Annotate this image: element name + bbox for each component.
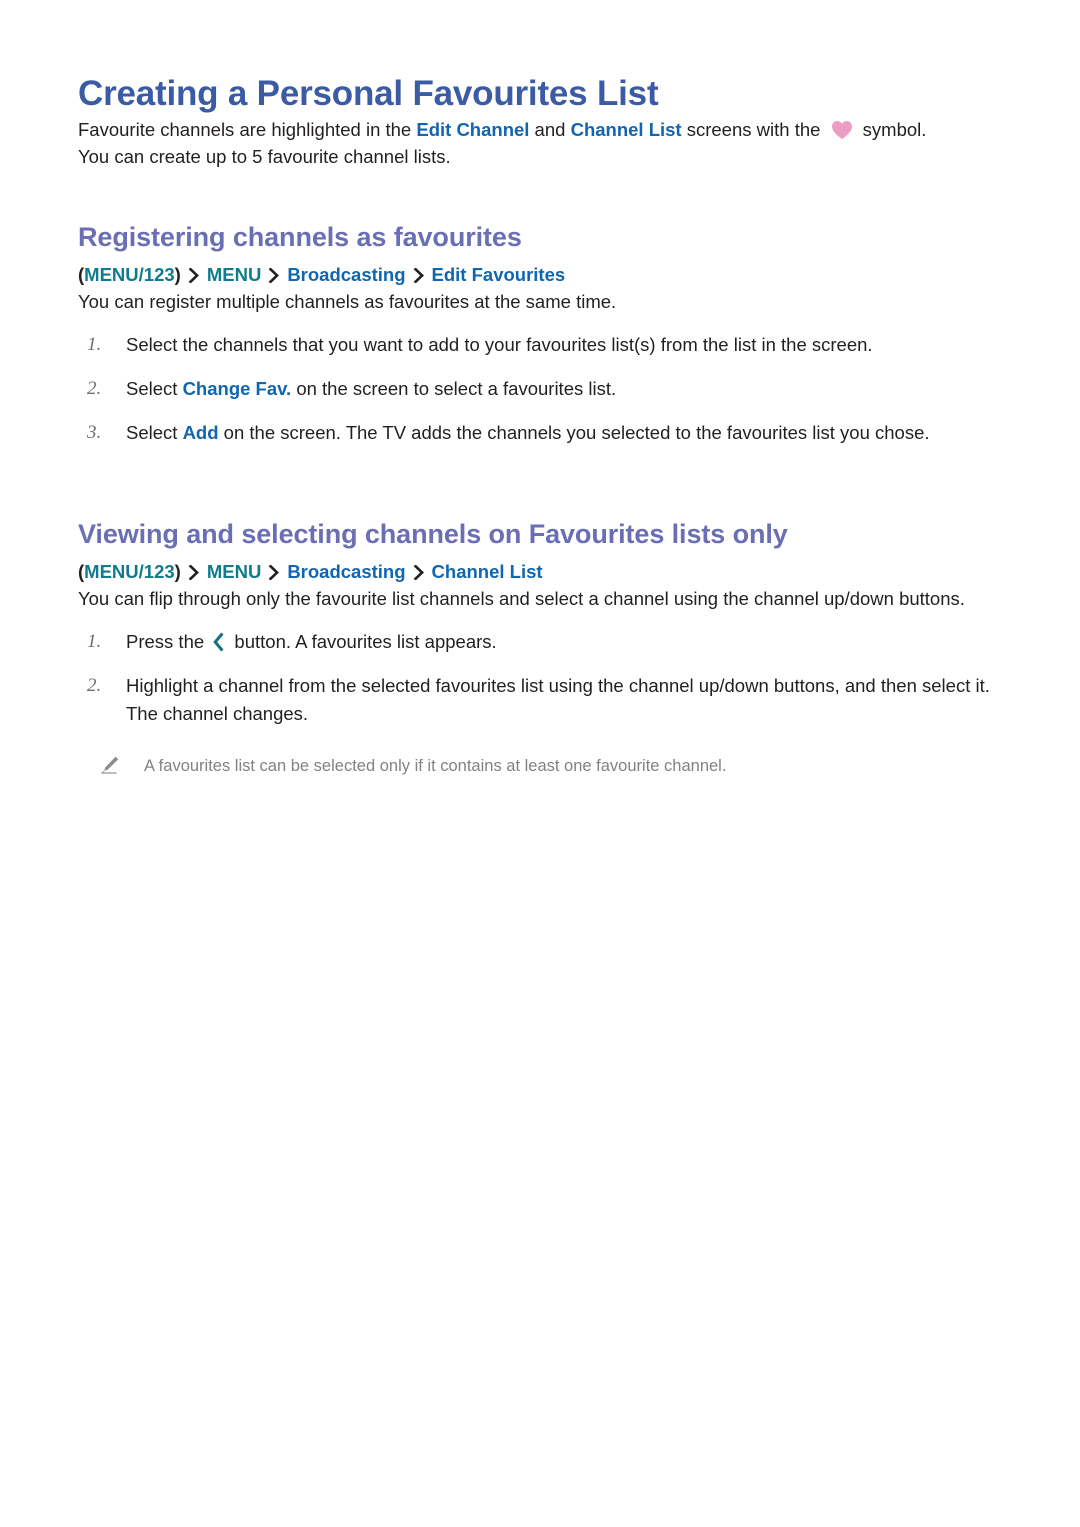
section-lead-viewing: You can flip through only the favourite …	[78, 588, 965, 609]
list-item: 2. Select Change Fav. on the screen to se…	[78, 375, 1002, 403]
intro-line2: You can create up to 5 favourite channel…	[78, 146, 451, 167]
step-text: Highlight a channel from the selected fa…	[126, 675, 990, 724]
breadcrumb-item-menu[interactable]: MENU	[207, 264, 261, 285]
step-text-b: button. A favourites list appears.	[229, 631, 497, 652]
breadcrumb-item-broadcasting[interactable]: Broadcasting	[287, 264, 405, 285]
note-text: A favourites list can be selected only i…	[144, 757, 727, 775]
breadcrumb-viewing: (MENU/123) MENU Broadcasting Channel List	[78, 559, 1002, 585]
section-lead-registering: You can register multiple channels as fa…	[78, 291, 617, 312]
section-heading-registering: Registering channels as favourites	[78, 222, 522, 252]
breadcrumb-item-menu123[interactable]: MENU/123	[84, 561, 174, 582]
chevron-right-icon	[266, 268, 282, 283]
step-number: 2.	[87, 675, 102, 696]
step-number: 1.	[87, 631, 102, 652]
chevron-right-icon	[186, 268, 202, 283]
intro-paragraph: Favourite channels are highlighted in th…	[78, 116, 1002, 170]
intro-text-part4: symbol.	[857, 119, 927, 140]
breadcrumb-item-edit-favourites[interactable]: Edit Favourites	[432, 264, 566, 285]
steps-list-viewing: 1. Press the button. A favourites list ap…	[78, 628, 1002, 728]
step-text-b: on the screen to select a favourites lis…	[291, 378, 617, 399]
list-item: 1. Press the button. A favourites list ap…	[78, 628, 1002, 656]
list-item: 3. Select Add on the screen. The TV adds …	[78, 419, 1002, 447]
note-row: A favourites list can be selected only i…	[78, 754, 1002, 778]
chevron-left-icon	[211, 632, 225, 652]
section-viewing-channels: Viewing and selecting channels on Favour…	[78, 517, 1002, 778]
intro-text-part2: and	[529, 119, 571, 140]
breadcrumb-item-menu[interactable]: MENU	[207, 561, 261, 582]
keyword-add[interactable]: Add	[183, 422, 219, 443]
keyword-channel-list[interactable]: Channel List	[571, 119, 682, 140]
keyword-change-fav[interactable]: Change Fav.	[183, 378, 292, 399]
chevron-right-icon	[266, 565, 282, 580]
heart-icon	[831, 120, 853, 140]
pencil-icon	[100, 755, 120, 775]
step-text-a: Press the	[126, 631, 210, 652]
section-heading-viewing: Viewing and selecting channels on Favour…	[78, 519, 788, 549]
breadcrumb-item-channel-list[interactable]: Channel List	[432, 561, 543, 582]
step-text-a: Select	[126, 378, 183, 399]
breadcrumb-registering: (MENU/123) MENU Broadcasting Edit Favourite…	[78, 262, 1002, 288]
breadcrumb-item-menu123[interactable]: MENU/123	[84, 264, 174, 285]
keyword-edit-channel[interactable]: Edit Channel	[416, 119, 529, 140]
step-text-b: on the screen. The TV adds the channels …	[218, 422, 930, 443]
intro-text-part1: Favourite channels are highlighted in th…	[78, 119, 417, 140]
section-registering-channels: Registering channels as favourites (MENU…	[78, 220, 1002, 447]
step-text-a: Select	[126, 422, 183, 443]
list-item: 2. Highlight a channel from the selected …	[78, 672, 1002, 728]
chevron-right-icon	[411, 565, 427, 580]
chevron-right-icon	[186, 565, 202, 580]
step-number: 3.	[87, 422, 102, 443]
steps-list-registering: 1. Select the channels that you want to a…	[78, 331, 1002, 447]
breadcrumb-close-paren: )	[174, 561, 181, 582]
intro-text-part3: screens with the	[681, 119, 826, 140]
step-number: 1.	[87, 334, 102, 355]
breadcrumb-close-paren: )	[174, 264, 181, 285]
list-item: 1. Select the channels that you want to a…	[78, 331, 1002, 359]
page-title: Creating a Personal Favourites List	[78, 74, 659, 113]
chevron-right-icon	[411, 268, 427, 283]
step-number: 2.	[87, 378, 102, 399]
document-page: Creating a Personal Favourites List Favo…	[0, 0, 1080, 1527]
step-text: Select the channels that you want to add…	[126, 334, 873, 355]
breadcrumb-item-broadcasting[interactable]: Broadcasting	[287, 561, 405, 582]
